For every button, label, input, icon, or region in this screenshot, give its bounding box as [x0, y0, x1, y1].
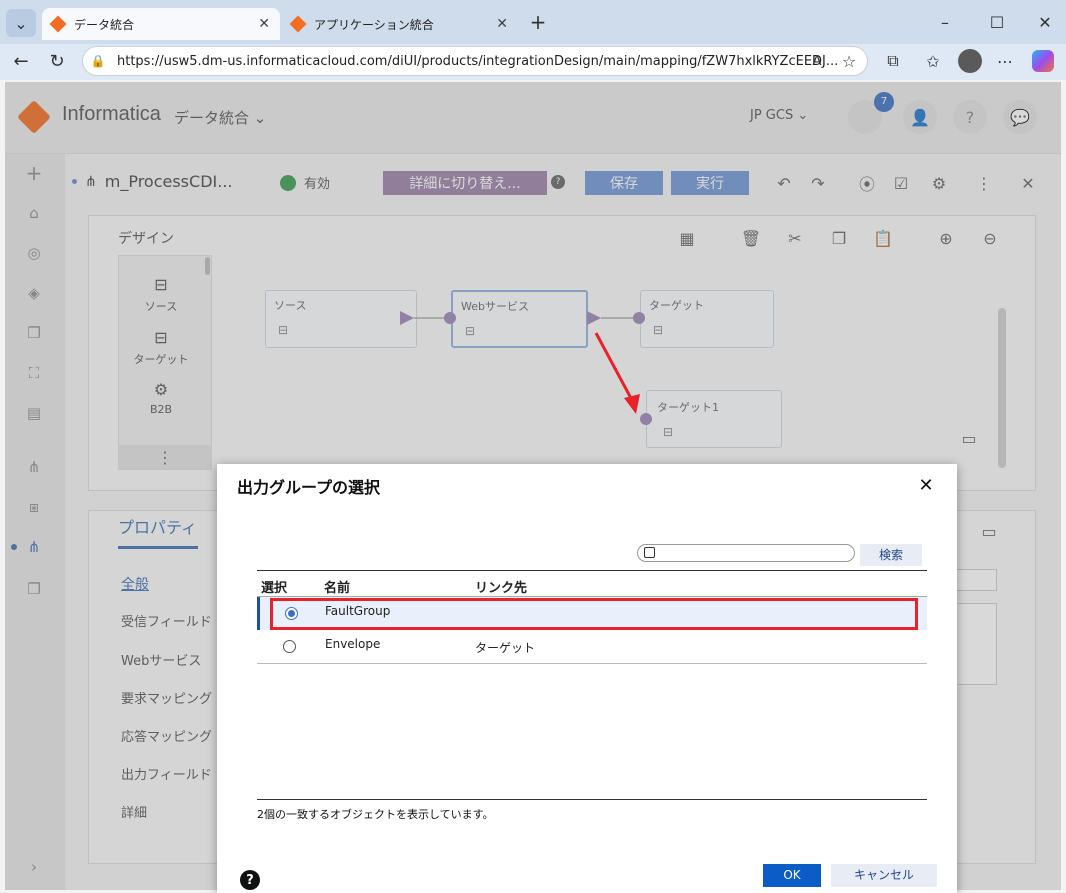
column-header-link: リンク先 [475, 581, 528, 596]
arrow-head [624, 394, 640, 414]
highlight-box [270, 598, 918, 630]
table-top-rule [257, 570, 927, 571]
arrow-shaft [594, 332, 635, 403]
row-name: Envelope [325, 637, 381, 651]
dialog-title: 出力グループの選択 [237, 478, 381, 497]
row-link: ターゲット [475, 641, 536, 655]
search-input[interactable] [637, 544, 855, 562]
select-output-group-dialog: 出力グループの選択 ✕ 検索 選択 名前 リンク先 FaultGroup Env… [217, 464, 957, 893]
column-header-name: 名前 [324, 581, 351, 596]
result-count-text: 2個の一致するオブジェクトを表示しています。 [257, 808, 494, 821]
search-button[interactable]: 検索 [860, 544, 922, 566]
radio-unselected[interactable] [283, 640, 296, 653]
column-header-select: 選択 [261, 581, 288, 596]
ok-button[interactable]: OK [763, 864, 821, 887]
table-bottom-rule [257, 799, 927, 800]
dialog-close-icon[interactable]: ✕ [915, 474, 937, 496]
cancel-button[interactable]: キャンセル [831, 864, 937, 887]
help-icon[interactable]: ? [240, 870, 260, 890]
table-row[interactable]: Envelope ターゲット [257, 631, 927, 664]
filter-list-icon [644, 547, 655, 558]
